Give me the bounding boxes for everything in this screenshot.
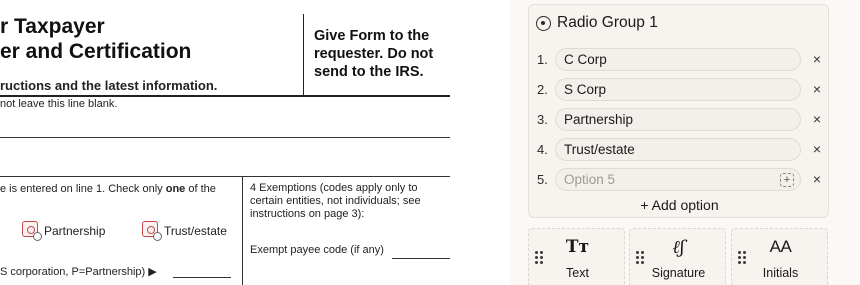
- option-row: 5. Option 5 + ×: [537, 167, 827, 191]
- tax-classification-line: S corporation, P=Partnership) ▶: [0, 266, 157, 278]
- option-number: 2.: [537, 81, 548, 97]
- option-input[interactable]: Partnership: [555, 107, 801, 131]
- partnership-radio-handle[interactable]: [33, 232, 42, 241]
- form-divider: [0, 95, 450, 97]
- option-number: 1.: [537, 51, 548, 67]
- initials-field-tool[interactable]: AA Initials: [731, 228, 828, 285]
- option-input[interactable]: C Corp: [555, 47, 801, 71]
- exemptions-text: 4 Exemptions (codes apply only to certai…: [250, 182, 421, 220]
- form-title-line-2: er and Certification: [0, 40, 192, 63]
- check-line-bold: one: [165, 183, 186, 195]
- text-tool-label: Text: [566, 266, 589, 280]
- option-placeholder: Option 5: [564, 171, 616, 187]
- remove-option-icon[interactable]: ×: [811, 142, 823, 156]
- check-line-suffix: of the: [185, 183, 216, 195]
- signature-field-tool[interactable]: ℓʃ Signature: [629, 228, 726, 285]
- remove-option-icon[interactable]: ×: [811, 112, 823, 126]
- exempt-payee-label: Exempt payee code (if any): [250, 244, 384, 256]
- w9-document: r Taxpayer er and Certification ructions…: [0, 0, 510, 285]
- signature-icon: ℓʃ: [672, 237, 685, 258]
- radio-group-title: Radio Group 1: [557, 14, 658, 31]
- initials-icon: AA: [769, 237, 792, 256]
- option-input[interactable]: Trust/estate: [555, 137, 801, 161]
- field-properties-panel: Radio Group 1 1. C Corp × 2. S Corp × 3.…: [510, 0, 860, 285]
- form-divider: [0, 137, 450, 138]
- option-number: 4.: [537, 141, 548, 157]
- give-form-notice: Give Form to the requester. Do not send …: [314, 28, 434, 80]
- remove-option-icon[interactable]: ×: [811, 82, 823, 96]
- check-one-instruction: e is entered on line 1. Check only one o…: [0, 183, 216, 195]
- initials-tool-label: Initials: [762, 266, 799, 280]
- text-field-tool[interactable]: Tᴛ Text: [528, 228, 625, 285]
- exempt-payee-blank: [392, 258, 450, 259]
- option-row: 2. S Corp ×: [537, 77, 827, 101]
- radio-group-card: Radio Group 1 1. C Corp × 2. S Corp × 3.…: [528, 4, 829, 218]
- signature-tool-label: Signature: [651, 266, 706, 280]
- option-number: 5.: [537, 171, 548, 187]
- option-input-new[interactable]: Option 5 +: [555, 167, 801, 191]
- add-option-button[interactable]: + Add option: [529, 197, 830, 213]
- form-divider-vertical: [242, 176, 243, 285]
- remove-option-icon[interactable]: ×: [811, 172, 823, 186]
- option-row: 3. Partnership ×: [537, 107, 827, 131]
- option-number: 3.: [537, 111, 548, 127]
- radio-button-icon: [536, 15, 551, 31]
- trust-estate-radio-handle[interactable]: [153, 232, 162, 241]
- form-divider-vertical: [303, 14, 304, 95]
- option-row: 4. Trust/estate ×: [537, 137, 827, 161]
- blank-line-note: not leave this line blank.: [0, 98, 118, 110]
- text-icon: Tᴛ: [565, 237, 590, 257]
- partnership-label: Partnership: [44, 224, 106, 238]
- remove-option-icon[interactable]: ×: [811, 52, 823, 66]
- radio-group-header: Radio Group 1: [536, 12, 658, 34]
- form-title-line-1: r Taxpayer: [0, 15, 105, 38]
- form-divider: [0, 176, 450, 177]
- form-instructions-line: ructions and the latest information.: [0, 78, 218, 93]
- option-input[interactable]: S Corp: [555, 77, 801, 101]
- check-line-prefix: e is entered on line 1. Check only: [0, 183, 166, 195]
- place-on-page-icon[interactable]: +: [780, 172, 794, 187]
- tax-classification-blank: [173, 277, 231, 278]
- trust-estate-label: Trust/estate: [164, 224, 227, 238]
- option-row: 1. C Corp ×: [537, 47, 827, 71]
